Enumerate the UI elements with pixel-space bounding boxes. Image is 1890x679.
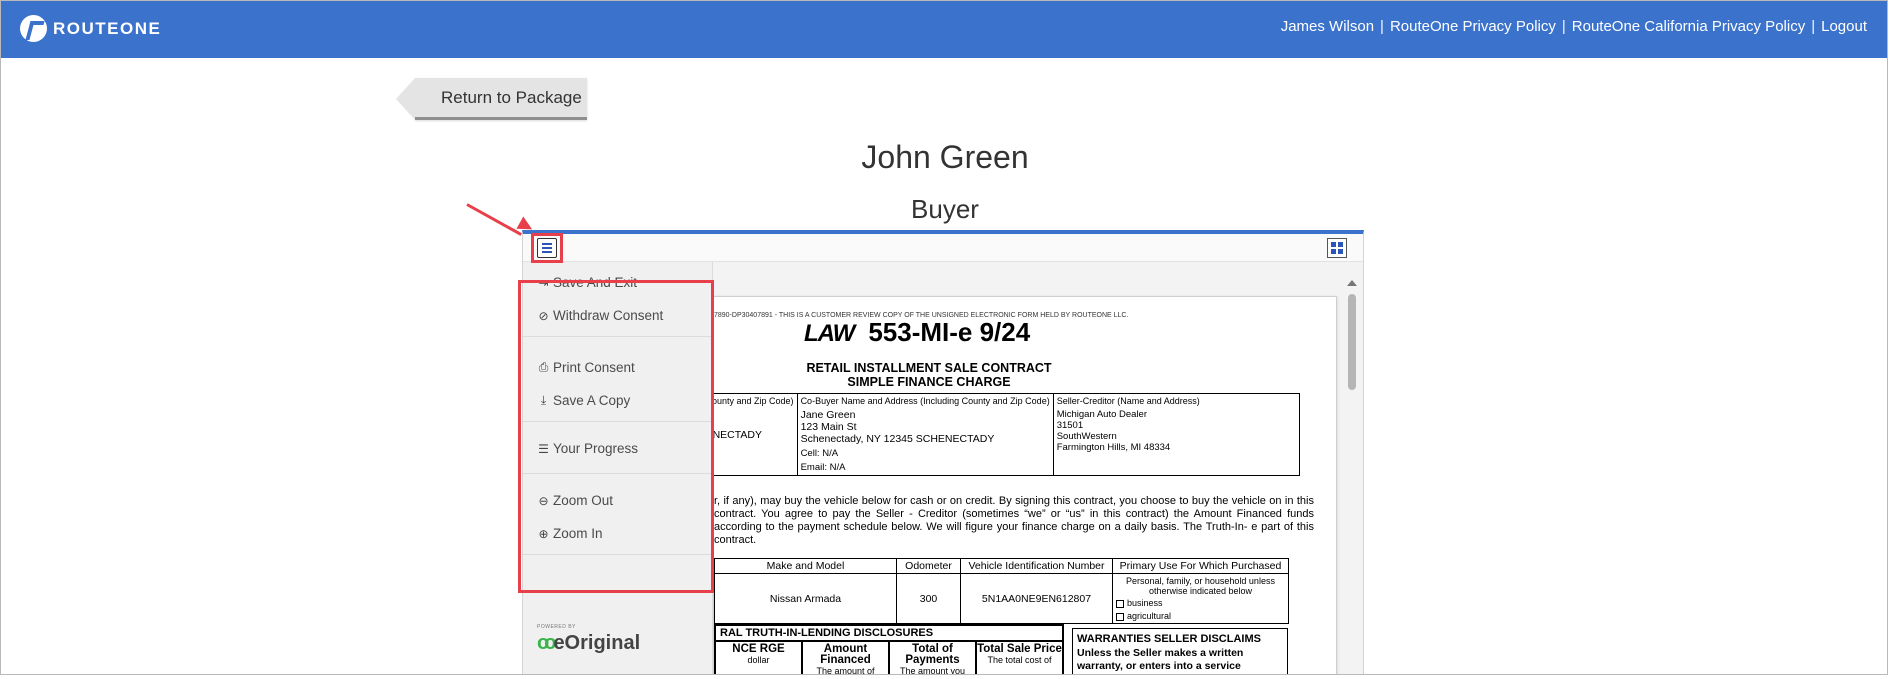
cobuyer-street: 123 Main St: [800, 421, 857, 433]
tila-column-title: Total of Payments: [905, 643, 960, 666]
cobuyer-email: Email: N/A: [800, 462, 846, 473]
app-frame: ROUTEONE James Wilson | RouteOne Privacy…: [0, 0, 1888, 675]
return-to-package-button[interactable]: Return to Package: [396, 78, 587, 120]
privacy-policy-link[interactable]: RouteOne Privacy Policy: [1390, 18, 1556, 35]
seller-line: Farmington Hills, MI 48334: [1056, 442, 1171, 453]
tila-column-sub: The amount you: [899, 666, 966, 675]
vehicle-header: Vehicle Identification Number: [960, 558, 1113, 574]
tila-heading: RAL TRUTH-IN-LENDING DISCLOSURES: [716, 626, 1062, 642]
highlight-side-menu: [518, 280, 714, 593]
vehicle-vin: 5N1AA0NE9EN612807: [960, 573, 1113, 624]
seller-line: SouthWestern: [1056, 431, 1117, 442]
highlight-menu-toggle: [531, 233, 563, 263]
agricultural-checkbox: [1116, 612, 1124, 621]
top-bar: ROUTEONE James Wilson | RouteOne Privacy…: [1, 1, 1887, 58]
cobuyer-cell-phone: Cell: N/A: [800, 448, 839, 459]
warranty-text: Unless the Seller makes a written warran…: [1077, 647, 1244, 674]
warranty-box: WARRANTIES SELLER DISCLAIMS Unless the S…: [1072, 628, 1288, 674]
cobuyer-name: Jane Green: [800, 409, 856, 421]
vehicle-header: Make and Model: [714, 558, 897, 574]
tila-column: Total Sale Price The total cost of: [977, 642, 1062, 674]
routeone-logo[interactable]: ROUTEONE: [20, 15, 161, 42]
truth-in-lending-box: RAL TRUTH-IN-LENDING DISCLOSURES NCE RGE…: [714, 624, 1064, 675]
document-scrollbar[interactable]: [1341, 262, 1363, 674]
tila-column-title: NCE RGE: [732, 643, 785, 655]
tila-column: Total of Payments The amount you: [890, 642, 977, 675]
primary-use-note: Personal, family, or household unless ot…: [1126, 576, 1275, 596]
buyer-city: HENECTADY: [713, 429, 762, 441]
signer-name: John Green: [861, 139, 1029, 175]
tila-column-sub: dollar: [747, 655, 770, 665]
cobuyer-label: Co-Buyer Name and Address (Including Cou…: [800, 396, 1050, 406]
viewer-toolbar: [523, 234, 1363, 262]
tila-column: NCE RGE dollar: [716, 642, 803, 674]
business-option: business: [1116, 598, 1285, 608]
link-separator: |: [1811, 18, 1816, 35]
buyer-cell: o County and Zip Code) HENECTADY: [713, 393, 798, 476]
seller-cell: Seller-Creditor (Name and Address) Michi…: [1052, 393, 1300, 476]
seller-name: Michigan Auto Dealer: [1056, 409, 1148, 420]
seller-line: 31501: [1056, 420, 1084, 431]
primary-use-cell: Personal, family, or household unless ot…: [1112, 573, 1289, 624]
tila-column-title: Total Sale Price: [977, 643, 1062, 655]
eoriginal-logo: oo eOriginal: [537, 632, 640, 655]
cobuyer-cell: Co-Buyer Name and Address (Including Cou…: [796, 393, 1054, 476]
scroll-up-arrow-icon[interactable]: [1347, 280, 1357, 286]
doc-form-heading: LAW 553-MI-e 9/24: [804, 317, 1030, 348]
agricultural-label: agricultural: [1127, 611, 1172, 621]
document-page: 7890-DP30407891 - THIS IS A CUSTOMER REV…: [713, 296, 1337, 675]
powered-by-label: POWERED BY: [537, 624, 576, 630]
routeone-logo-icon: [20, 15, 47, 42]
cobuyer-city: Schenectady, NY 12345 SCHENECTADY: [800, 433, 995, 445]
agricultural-option: agricultural: [1116, 611, 1285, 621]
link-separator: |: [1380, 18, 1384, 35]
vehicle-odometer: 300: [896, 573, 961, 624]
grid-icon: [1331, 242, 1336, 247]
thumbnail-grid-button[interactable]: [1327, 238, 1347, 258]
tila-column-sub: The amount of: [816, 666, 875, 675]
grid-icon-cell: [1331, 249, 1336, 254]
seller-label: Seller-Creditor (Name and Address): [1056, 396, 1200, 406]
tila-column-title: Amount Financed: [820, 643, 871, 666]
return-to-package-label: Return to Package: [441, 87, 582, 107]
logout-link[interactable]: Logout: [1821, 18, 1867, 35]
signer-role: Buyer: [911, 194, 979, 224]
tila-column-sub: The total cost of: [987, 655, 1052, 665]
link-separator: |: [1561, 18, 1566, 35]
buyer-label: o County and Zip Code): [713, 396, 794, 406]
vehicle-header: Primary Use For Which Purchased: [1112, 558, 1289, 574]
eoriginal-logo-icon: oo: [537, 632, 557, 654]
tila-columns: NCE RGE dollar Amount Financed The amoun…: [716, 642, 1062, 675]
vehicle-make-model: Nissan Armada: [714, 573, 897, 624]
eoriginal-brand-text: eOriginal: [553, 632, 641, 654]
contract-paragraph: r, if any), may buy the vehicle below fo…: [714, 495, 1314, 546]
doc-title-line: RETAIL INSTALLMENT SALE CONTRACT: [806, 361, 1052, 375]
vehicle-table: Make and Model Odometer Vehicle Identifi…: [714, 558, 1289, 624]
doc-title: RETAIL INSTALLMENT SALE CONTRACT SIMPLE …: [714, 361, 1144, 389]
powered-by-eoriginal: POWERED BY oo eOriginal: [537, 624, 640, 655]
grid-icon-cell: [1338, 249, 1343, 254]
scroll-thumb[interactable]: [1348, 294, 1356, 390]
top-links: James Wilson | RouteOne Privacy Policy |…: [1281, 18, 1867, 35]
grid-icon-cell: [1338, 242, 1343, 247]
tila-column: Amount Financed The amount of: [803, 642, 890, 675]
party-table: o County and Zip Code) HENECTADY Co-Buye…: [713, 393, 1300, 476]
california-privacy-link[interactable]: RouteOne California Privacy Policy: [1572, 18, 1805, 35]
law-logo: LAW: [804, 320, 855, 347]
business-label: business: [1127, 598, 1163, 608]
form-number: 553-MI-e 9/24: [868, 317, 1031, 347]
doc-subtitle-line: SIMPLE FINANCE CHARGE: [847, 375, 1011, 389]
vehicle-header: Odometer: [896, 558, 961, 574]
warranty-title: WARRANTIES SELLER DISCLAIMS: [1077, 633, 1261, 645]
business-checkbox: [1116, 599, 1124, 608]
user-name: James Wilson: [1280, 18, 1375, 35]
brand-name: ROUTEONE: [53, 18, 162, 38]
